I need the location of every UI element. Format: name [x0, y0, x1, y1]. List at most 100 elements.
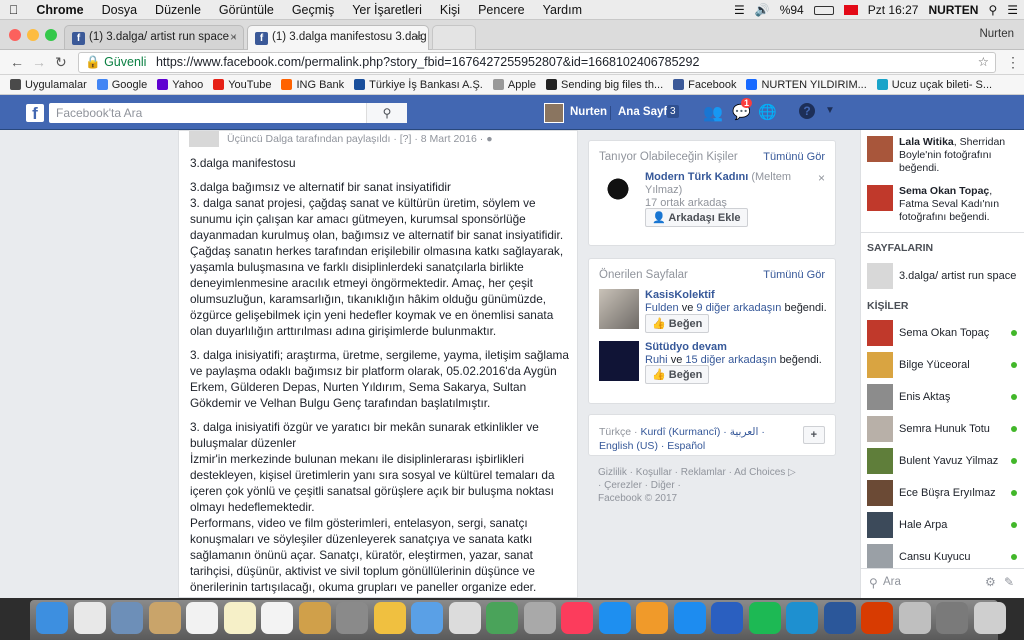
like-page-button[interactable]: 👍 Beğen — [645, 365, 710, 384]
apple-menu-icon[interactable]:  — [0, 3, 27, 17]
contact-item[interactable]: Bulent Yavuz Yilmaz — [867, 448, 1019, 474]
bookmark-item[interactable]: Sending big files th... — [546, 79, 663, 91]
dock-app-icon[interactable] — [73, 602, 106, 634]
profile-name[interactable]: Nurten — [979, 28, 1014, 40]
bookmark-item[interactable]: NURTEN YILDIRIM... — [746, 79, 867, 91]
friend-requests-icon[interactable]: 👥 — [703, 103, 723, 123]
menu-window[interactable]: Pencere — [469, 3, 534, 17]
menu-edit[interactable]: Düzenle — [146, 3, 210, 17]
contact-item[interactable]: Enis Aktaş — [867, 384, 1019, 410]
dock-app-icon[interactable] — [298, 602, 331, 634]
tab-artist-run-space[interactable]: f (1) 3.dalga/ artist run space - × — [64, 25, 244, 50]
dock-app-icon[interactable] — [148, 602, 181, 634]
language-link[interactable]: English (US) · — [599, 440, 664, 452]
dock-app-icon[interactable] — [486, 602, 518, 634]
dock-app-icon[interactable] — [36, 602, 68, 634]
dock-app-icon[interactable] — [223, 602, 256, 634]
home-link[interactable]: Ana Sayfa — [618, 106, 674, 118]
gear-icon[interactable]: ⚙ — [985, 575, 996, 589]
battery-percent[interactable]: %94 — [780, 3, 804, 17]
bookmark-item[interactable]: Uygulamalar — [10, 79, 87, 91]
dock-app-icon[interactable] — [261, 602, 293, 634]
like-page-button[interactable]: 👍 Beğen — [645, 314, 710, 333]
activity-item[interactable]: Sema Okan Topaç, Fatma Seval Kadı'nın fo… — [867, 185, 1023, 229]
language-link[interactable]: Kurdî (Kurmancî) · — [640, 426, 726, 438]
menu-view[interactable]: Görüntüle — [210, 3, 283, 17]
bookmark-item[interactable]: Türkiye İş Bankası A.Ş. — [354, 79, 483, 91]
bookmark-item[interactable]: Apple — [492, 79, 536, 91]
new-tab-button[interactable] — [432, 25, 476, 50]
see-all-link[interactable]: Tümünü Gör — [763, 269, 825, 281]
dock-app-icon[interactable] — [898, 602, 931, 634]
person-name[interactable]: Modern Türk Kadını — [645, 171, 748, 183]
page-thumbnail[interactable] — [599, 341, 639, 381]
dock-app-icon[interactable] — [373, 602, 406, 634]
chrome-menu-icon[interactable]: ⋮ — [1006, 54, 1020, 71]
dismiss-icon[interactable]: × — [818, 171, 825, 185]
bookmark-star-icon[interactable]: ☆ — [978, 53, 989, 72]
wifi-icon[interactable]: ☰ — [734, 3, 745, 17]
dock-app-icon[interactable] — [861, 602, 893, 634]
bookmark-item[interactable]: Facebook — [673, 79, 736, 91]
facebook-logo-icon[interactable]: f — [26, 104, 44, 123]
friends-count-link[interactable]: 9 diğer arkadaşın — [696, 302, 781, 314]
dock-app-icon[interactable] — [186, 602, 218, 634]
zoom-window-button[interactable] — [45, 29, 57, 41]
reload-icon[interactable]: ↻ — [55, 54, 67, 71]
tab-manifesto[interactable]: f (1) 3.dalga manifestosu 3.dalg × — [247, 25, 429, 50]
avatar[interactable] — [544, 103, 564, 123]
forward-icon[interactable]: → — [32, 54, 46, 70]
profile-link[interactable]: Nurten — [570, 106, 607, 118]
compose-icon[interactable]: ✎ — [1004, 575, 1014, 589]
contact-item[interactable]: Bilge Yüceoral — [867, 352, 1019, 378]
dock-app-icon[interactable] — [448, 602, 481, 634]
help-icon[interactable]: ? — [799, 103, 815, 119]
bookmark-item[interactable]: ING Bank — [281, 79, 344, 91]
notification-center-icon[interactable]: ☰ — [1007, 3, 1018, 17]
add-friend-button[interactable]: 👤 Arkadaşı Ekle — [645, 208, 748, 227]
menu-bookmarks[interactable]: Yer İşaretleri — [343, 3, 431, 17]
language-link[interactable]: Español — [667, 440, 705, 452]
close-tab-icon[interactable]: × — [415, 30, 422, 44]
dock-app-icon[interactable] — [336, 602, 368, 634]
facebook-search-input[interactable]: Facebook'ta Ara — [49, 103, 407, 123]
menu-history[interactable]: Geçmiş — [283, 3, 343, 17]
friend-name[interactable]: Fulden — [645, 302, 679, 314]
menu-help[interactable]: Yardım — [534, 3, 591, 17]
see-all-link[interactable]: Tümünü Gör — [763, 151, 825, 163]
person-avatar[interactable] — [601, 173, 635, 213]
contact-item[interactable]: Cansu Kuyucu — [867, 544, 1019, 570]
add-language-button[interactable]: + — [802, 426, 825, 444]
activity-item[interactable]: Lala Witika, Sherridan Boyle'nin fotoğra… — [867, 136, 1023, 180]
dock-app-icon[interactable] — [823, 602, 856, 634]
clock[interactable]: Pzt 16:27 — [868, 3, 919, 17]
dock-app-icon[interactable] — [561, 602, 593, 634]
contact-item[interactable]: Semra Hunuk Totu — [867, 416, 1019, 442]
dock-app-icon[interactable] — [598, 602, 631, 634]
bookmark-item[interactable]: YouTube — [213, 79, 271, 91]
minimize-window-button[interactable] — [27, 29, 39, 41]
close-window-button[interactable] — [9, 29, 21, 41]
globe-icon[interactable]: 🌐 — [758, 103, 777, 121]
sidebar-page-item[interactable]: 3.dalga/ artist run space — [867, 263, 1019, 289]
app-menu[interactable]: Chrome — [27, 3, 92, 17]
bookmark-item[interactable]: Ucuz uçak bileti- S... — [876, 79, 992, 91]
address-bar[interactable]: 🔒 Güvenli https://www.facebook.com/perma… — [78, 52, 996, 73]
post-meta[interactable]: Üçüncü Dalga tarafından paylaşıldı · [?]… — [227, 133, 483, 145]
dock-app-icon[interactable] — [523, 602, 556, 634]
chat-search-input[interactable]: Ara — [883, 576, 901, 588]
menu-file[interactable]: Dosya — [93, 3, 146, 17]
volume-icon[interactable]: 🔊 — [755, 3, 770, 17]
dock-app-icon[interactable] — [673, 602, 706, 634]
contact-item[interactable]: Hale Arpa — [867, 512, 1019, 538]
bookmark-item[interactable]: Google — [96, 79, 147, 91]
contact-item[interactable]: Sema Okan Topaç — [867, 320, 1019, 346]
dock-app-icon[interactable] — [973, 602, 1006, 634]
page-name[interactable]: Sütüdyo devam — [645, 341, 830, 354]
dock-app-icon[interactable] — [748, 602, 781, 634]
dock-app-icon[interactable] — [111, 602, 143, 634]
dock-app-icon[interactable] — [786, 602, 818, 634]
user-menu[interactable]: NURTEN — [928, 3, 978, 17]
language-link[interactable]: العربية · — [730, 426, 765, 438]
dock-app-icon[interactable] — [411, 602, 443, 634]
